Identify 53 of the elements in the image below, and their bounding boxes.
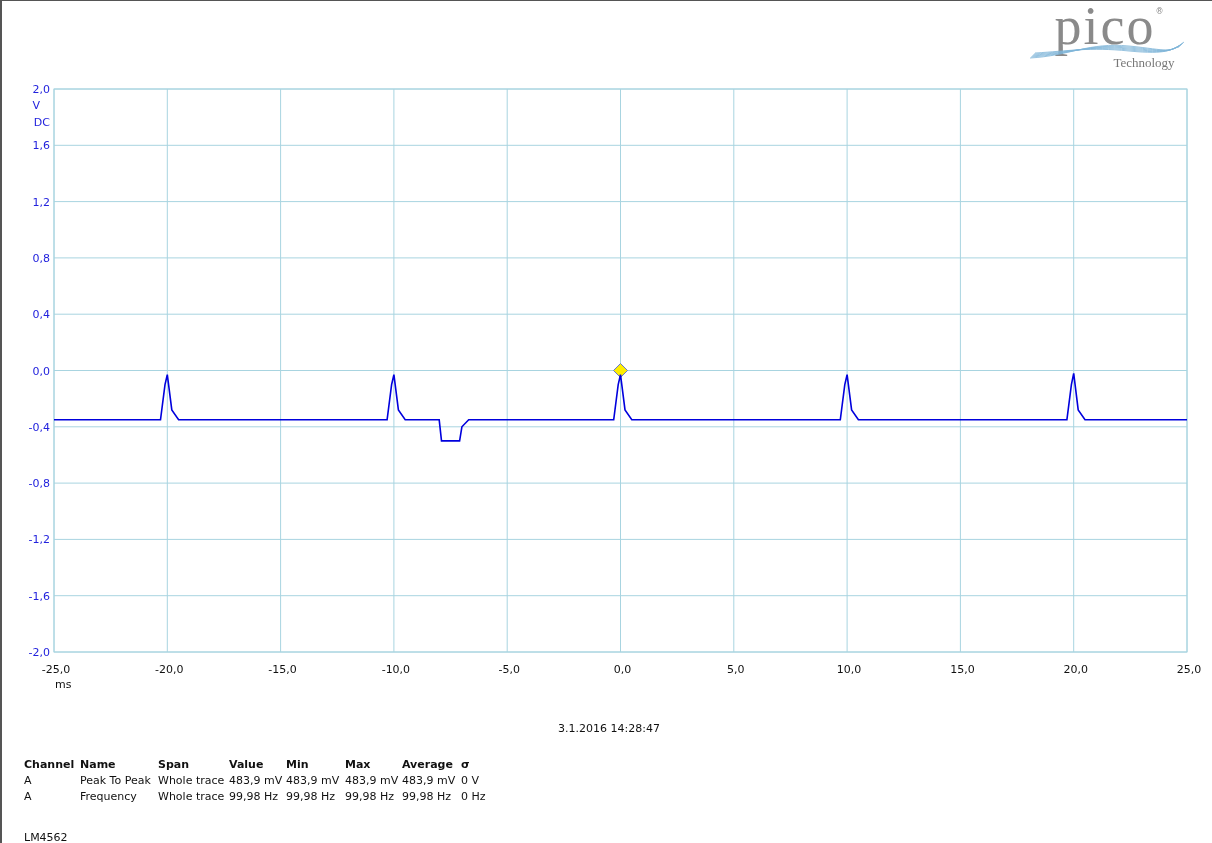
y-axis-tick-label: -0,4 <box>28 420 50 434</box>
table-cell-text: 483,9 mV <box>345 773 400 789</box>
table-cell-text: Whole trace <box>158 773 226 789</box>
timestamp: 3.1.2016 14:28:47 <box>558 722 660 735</box>
table-cell-text: 99,98 Hz <box>402 789 453 805</box>
x-axis-tick-label: 0,0 <box>613 663 632 676</box>
logo-subtitle: Technology <box>1113 55 1175 71</box>
table-cell-text: 99,98 Hz <box>229 789 280 805</box>
table-cell-text: A <box>24 789 33 805</box>
y-axis-tick-label: 2,0 <box>32 83 50 96</box>
x-axis-tick-label: -25,0 <box>41 663 71 676</box>
x-axis-unit: ms <box>55 678 72 691</box>
column-header: Average <box>402 757 454 773</box>
x-axis-tick-label: -5,0 <box>498 663 520 676</box>
footer-label: LM4562 <box>24 831 68 843</box>
column-header: Span <box>158 757 191 773</box>
table-cell-text: 483,9 mV <box>286 773 341 789</box>
y-axis-tick-label: 0,8 <box>32 251 50 265</box>
x-axis-tick-label: -15,0 <box>268 663 297 676</box>
x-axis-tick-label: -20,0 <box>155 663 184 676</box>
x-axis-tick-label: 15,0 <box>950 663 975 676</box>
y-axis-tick-label: 1,2 <box>32 195 50 209</box>
table-cell-text: 0 V <box>461 773 481 789</box>
column-header: Max <box>345 757 372 773</box>
y-axis-tick-label: 1,6 <box>32 139 50 153</box>
x-axis-tick-label: 20,0 <box>1063 663 1088 676</box>
table-cell-text: 0 Hz <box>461 789 487 805</box>
column-header: Name <box>80 757 117 773</box>
coupling-label: DC <box>33 116 50 129</box>
table-cell-text: 483,9 mV <box>402 773 457 789</box>
column-header: Channel <box>24 757 76 773</box>
table-cell-text: 99,98 Hz <box>286 789 337 805</box>
table-cell-text: Frequency <box>80 789 138 805</box>
column-header: Min <box>286 757 310 773</box>
x-axis-tick-label: -10,0 <box>381 663 411 676</box>
y-axis-tick-label: -2,0 <box>28 646 50 659</box>
column-header: σ <box>461 757 471 773</box>
table-cell-text: Peak To Peak <box>80 773 152 789</box>
registered-mark: ® <box>1155 7 1164 17</box>
table-cell-text: 483,9 mV <box>229 773 284 789</box>
y-axis-tick-label: -1,2 <box>28 533 50 547</box>
y-axis-unit: V <box>32 99 40 112</box>
y-axis-tick-label: 0,4 <box>32 308 50 322</box>
x-axis-tick-label: 25,0 <box>1176 663 1202 676</box>
table-cell-text: 99,98 Hz <box>345 789 396 805</box>
column-header: Value <box>229 757 265 773</box>
table-cell-text: Whole trace <box>158 789 226 805</box>
table-cell-text: A <box>24 773 33 789</box>
x-axis-tick-label: 5,0 <box>727 663 745 676</box>
y-axis-tick-label: 0,0 <box>32 364 50 378</box>
y-axis-tick-label: -1,6 <box>28 589 50 603</box>
x-axis-tick-label: 10,0 <box>836 663 862 676</box>
y-axis-tick-label: -0,8 <box>28 477 50 491</box>
